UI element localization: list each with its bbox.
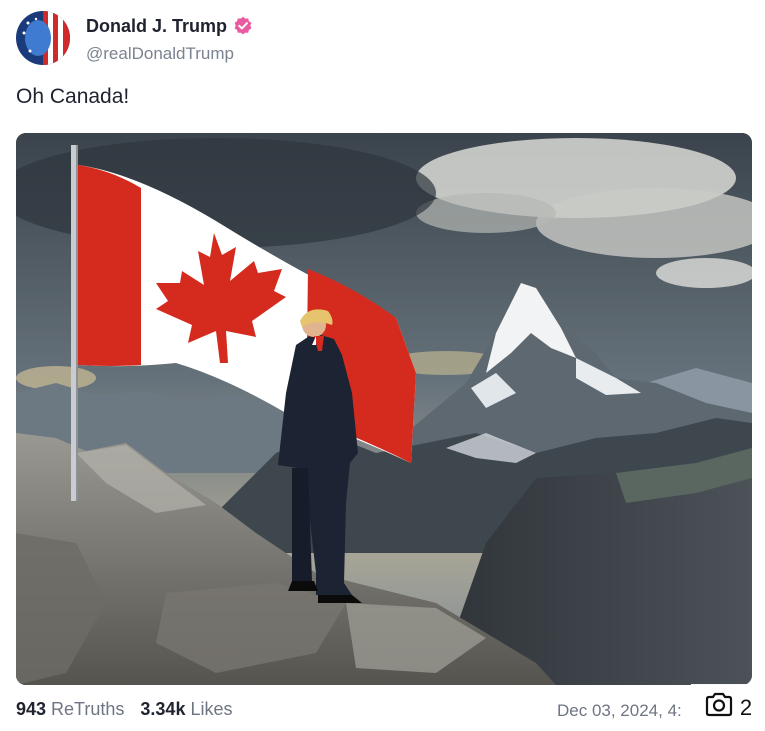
author-handle[interactable]: @realDonaldTrump (86, 43, 234, 65)
likes-count: 3.34k (140, 699, 186, 719)
truth-post: Donald J. Trump @realDonaldTrump Oh Cana… (0, 0, 765, 731)
screenshot-counter[interactable]: 2 (691, 684, 765, 731)
author-name-row[interactable]: Donald J. Trump (86, 15, 253, 37)
avatar[interactable] (16, 11, 70, 65)
camera-icon (704, 692, 734, 723)
post-text: Oh Canada! (16, 85, 130, 108)
retruths-label: ReTruths (51, 699, 125, 719)
retruths-stat[interactable]: 943 ReTruths (16, 698, 124, 720)
likes-stat[interactable]: 3.34k Likes (140, 698, 232, 720)
verified-badge-icon (233, 16, 253, 36)
post-stats: 943 ReTruths 3.34k Likes (16, 698, 232, 720)
post-timestamp[interactable]: Dec 03, 2024, 4: (557, 700, 707, 722)
screenshot-count: 2 (739, 694, 753, 720)
author-name[interactable]: Donald J. Trump (86, 15, 227, 37)
retruths-count: 943 (16, 699, 47, 719)
post-image[interactable] (16, 133, 752, 685)
likes-label: Likes (190, 699, 233, 719)
